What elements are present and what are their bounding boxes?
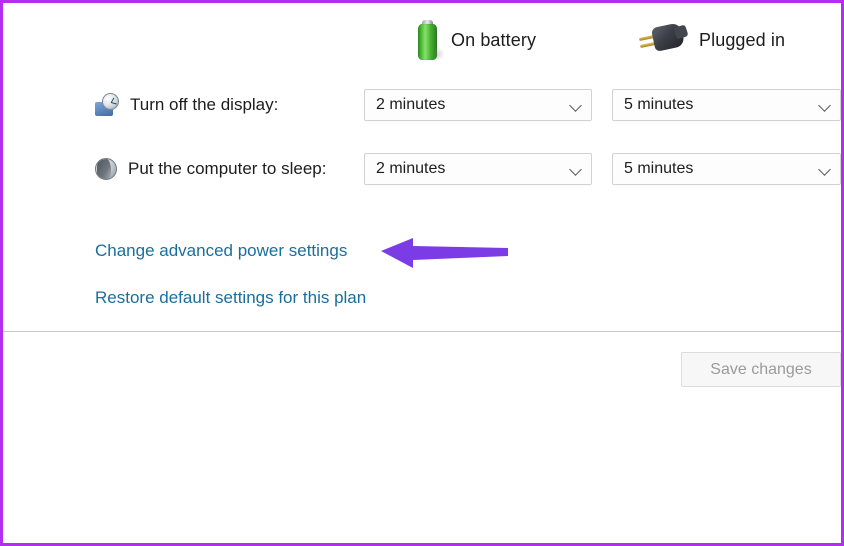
setting-label-text: Turn off the display: (130, 95, 279, 114)
setting-label-turn-off-display: Turn off the display: (95, 85, 278, 125)
save-changes-button[interactable]: Save changes (681, 352, 841, 387)
setting-row-put-computer-to-sleep: Put the computer to sleep: 2 minutes 5 m… (3, 149, 841, 189)
dropdown-value: 5 minutes (624, 160, 694, 177)
chevron-down-icon (818, 98, 832, 112)
link-change-advanced-power-settings[interactable]: Change advanced power settings (95, 241, 347, 261)
power-plug-icon (637, 22, 689, 57)
dropdown-put-computer-to-sleep-plugged-in[interactable]: 5 minutes (612, 153, 841, 185)
power-plan-settings-window: On battery Plugged in Turn off the displ… (0, 0, 844, 546)
setting-label-put-computer-to-sleep: Put the computer to sleep: (95, 149, 326, 189)
dropdown-put-computer-to-sleep-on-battery[interactable]: 2 minutes (364, 153, 592, 185)
battery-icon (418, 20, 445, 60)
sleep-moon-icon (95, 158, 117, 180)
dropdown-turn-off-display-on-battery[interactable]: 2 minutes (364, 89, 592, 121)
power-source-column-plugged: Plugged in (637, 15, 785, 65)
power-source-column-battery: On battery (418, 15, 536, 65)
power-source-header: On battery Plugged in (3, 15, 841, 65)
footer-divider (3, 331, 841, 332)
link-restore-default-settings[interactable]: Restore default settings for this plan (95, 288, 366, 308)
power-source-label-plugged: Plugged in (699, 29, 786, 50)
setting-label-text: Put the computer to sleep: (128, 159, 327, 178)
display-clock-icon (95, 93, 119, 117)
chevron-down-icon (569, 98, 583, 112)
dropdown-turn-off-display-plugged-in[interactable]: 5 minutes (612, 89, 841, 121)
chevron-down-icon (569, 162, 583, 176)
chevron-down-icon (818, 162, 832, 176)
setting-row-turn-off-display: Turn off the display: 2 minutes 5 minute… (3, 85, 841, 125)
power-source-label-battery: On battery (451, 29, 537, 50)
dropdown-value: 2 minutes (376, 96, 446, 113)
annotation-arrow-icon (381, 238, 508, 268)
dropdown-value: 2 minutes (376, 160, 446, 177)
dropdown-value: 5 minutes (624, 96, 694, 113)
